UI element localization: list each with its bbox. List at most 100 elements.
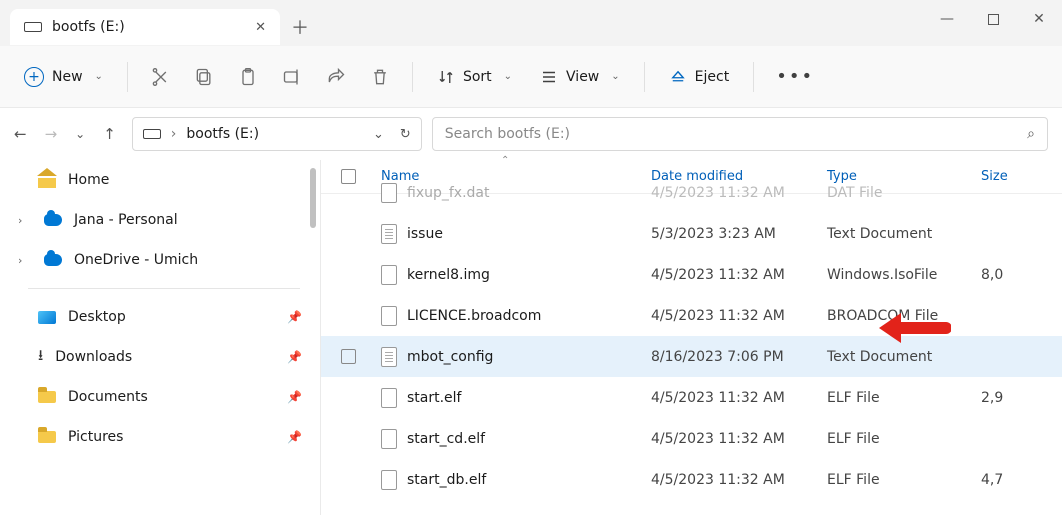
forward-button[interactable]: → — [45, 125, 58, 143]
sidebar-item-home[interactable]: Home — [8, 160, 320, 200]
download-icon: ⭳ — [38, 345, 43, 370]
title-bar: bootfs (E:) ✕ ＋ — ✕ — [0, 0, 1062, 46]
column-date[interactable]: Date modified — [651, 169, 827, 184]
sidebar-item-personal[interactable]: › Jana - Personal — [8, 200, 320, 240]
file-icon — [381, 388, 397, 408]
file-name: start_cd.elf — [407, 431, 485, 447]
file-type: Windows.IsoFile — [827, 267, 981, 283]
sidebar-item-pictures[interactable]: Pictures 📌 — [8, 417, 320, 457]
sort-icon — [437, 68, 455, 86]
copy-button[interactable] — [186, 61, 222, 93]
rename-icon — [282, 67, 302, 87]
sort-label: Sort — [463, 69, 492, 85]
column-size[interactable]: Size — [981, 169, 1062, 184]
file-icon — [381, 470, 397, 490]
paste-button[interactable] — [230, 61, 266, 93]
file-name: start.elf — [407, 390, 462, 406]
plus-circle-icon: + — [24, 67, 44, 87]
refresh-button[interactable]: ↻ — [400, 127, 411, 142]
eject-label: Eject — [695, 69, 730, 85]
up-button[interactable]: ↑ — [103, 125, 116, 143]
file-row[interactable]: kernel8.img4/5/2023 11:32 AMWindows.IsoF… — [321, 254, 1062, 295]
sidebar-item-desktop[interactable]: Desktop 📌 — [8, 297, 320, 337]
pin-icon: 📌 — [287, 430, 302, 444]
sidebar-label: Downloads — [55, 349, 132, 365]
folder-icon — [38, 391, 56, 403]
view-button[interactable]: View ⌄ — [530, 62, 630, 92]
recent-button[interactable]: ⌄ — [75, 127, 85, 141]
file-icon — [381, 347, 397, 367]
close-window-button[interactable]: ✕ — [1016, 0, 1062, 38]
file-row[interactable]: start.elf4/5/2023 11:32 AMELF File2,9 — [321, 377, 1062, 418]
file-size: 2,9 — [981, 390, 1062, 406]
sidebar-scrollbar[interactable] — [310, 168, 316, 228]
cut-button[interactable] — [142, 61, 178, 93]
maximize-button[interactable] — [970, 0, 1016, 38]
minimize-button[interactable]: — — [924, 0, 970, 38]
select-all-checkbox[interactable] — [341, 169, 356, 184]
more-button[interactable]: ••• — [768, 60, 822, 93]
file-date: 4/5/2023 11:32 AM — [651, 472, 827, 488]
eject-button[interactable]: Eject — [659, 62, 740, 92]
chevron-right-icon[interactable]: › — [18, 214, 32, 227]
breadcrumb-separator: › — [171, 126, 177, 142]
address-chevron-icon[interactable]: ⌄ — [373, 127, 384, 142]
list-icon — [540, 68, 558, 86]
back-button[interactable]: ← — [14, 125, 27, 143]
address-bar[interactable]: › bootfs (E:) ⌄ ↻ — [132, 117, 422, 151]
file-type: Text Document — [827, 226, 981, 242]
copy-icon — [194, 67, 214, 87]
desktop-icon — [38, 311, 56, 324]
clipboard-icon — [238, 67, 258, 87]
search-icon[interactable]: ⌕ — [1027, 126, 1035, 142]
breadcrumb-location[interactable]: bootfs (E:) — [186, 126, 259, 142]
file-type: DAT File — [827, 185, 981, 201]
close-tab-button[interactable]: ✕ — [255, 20, 266, 35]
search-bar[interactable]: ⌕ — [432, 117, 1048, 151]
file-date: 8/16/2023 7:06 PM — [651, 349, 827, 365]
window-tab[interactable]: bootfs (E:) ✕ — [10, 9, 280, 45]
column-type[interactable]: Type — [827, 169, 981, 184]
pin-icon: 📌 — [287, 350, 302, 364]
file-type: ELF File — [827, 431, 981, 447]
share-button[interactable] — [318, 61, 354, 93]
file-row[interactable]: mbot_config8/16/2023 7:06 PMText Documen… — [321, 336, 1062, 377]
new-tab-button[interactable]: ＋ — [280, 9, 320, 45]
file-list-pane: Name ⌃ Date modified Type Size fixup_fx.… — [320, 160, 1062, 515]
file-row[interactable]: LICENCE.broadcom4/5/2023 11:32 AMBROADCO… — [321, 295, 1062, 336]
new-button[interactable]: + New ⌄ — [14, 61, 113, 93]
file-name: kernel8.img — [407, 267, 490, 283]
folder-icon — [38, 431, 56, 443]
search-input[interactable] — [445, 126, 1027, 142]
chevron-right-icon[interactable]: › — [18, 254, 32, 267]
file-row[interactable]: issue 5/3/2023 3:23 AMText Document — [321, 213, 1062, 254]
sidebar-label: Desktop — [68, 309, 126, 325]
new-label: New — [52, 69, 83, 85]
file-type: Text Document — [827, 349, 981, 365]
file-icon — [381, 265, 397, 285]
navigation-row: ← → ⌄ ↑ › bootfs (E:) ⌄ ↻ ⌕ — [0, 108, 1062, 160]
file-date: 5/3/2023 3:23 AM — [651, 226, 827, 242]
share-icon — [326, 67, 346, 87]
sort-button[interactable]: Sort ⌄ — [427, 62, 522, 92]
file-date: 4/5/2023 11:32 AM — [651, 390, 827, 406]
file-name: issue — [407, 226, 443, 242]
file-icon — [381, 183, 397, 203]
sidebar-label: Home — [68, 172, 109, 188]
sidebar-item-downloads[interactable]: ⭳ Downloads 📌 — [8, 337, 320, 377]
sidebar: Home › Jana - Personal › OneDrive - Umic… — [0, 160, 320, 515]
file-icon — [381, 224, 397, 244]
row-checkbox[interactable] — [341, 349, 356, 364]
trash-icon — [370, 67, 390, 87]
column-name[interactable]: Name ⌃ — [381, 169, 651, 184]
sidebar-item-documents[interactable]: Documents 📌 — [8, 377, 320, 417]
delete-button[interactable] — [362, 61, 398, 93]
file-name: LICENCE.broadcom — [407, 308, 541, 324]
file-row[interactable]: start_db.elf4/5/2023 11:32 AMELF File4,7 — [321, 459, 1062, 500]
chevron-down-icon: ⌄ — [611, 71, 619, 82]
pin-icon: 📌 — [287, 390, 302, 404]
rename-button[interactable] — [274, 61, 310, 93]
file-row[interactable]: start_cd.elf4/5/2023 11:32 AMELF File — [321, 418, 1062, 459]
sidebar-item-onedrive[interactable]: › OneDrive - Umich — [8, 240, 320, 280]
file-type: BROADCOM File — [827, 308, 981, 324]
